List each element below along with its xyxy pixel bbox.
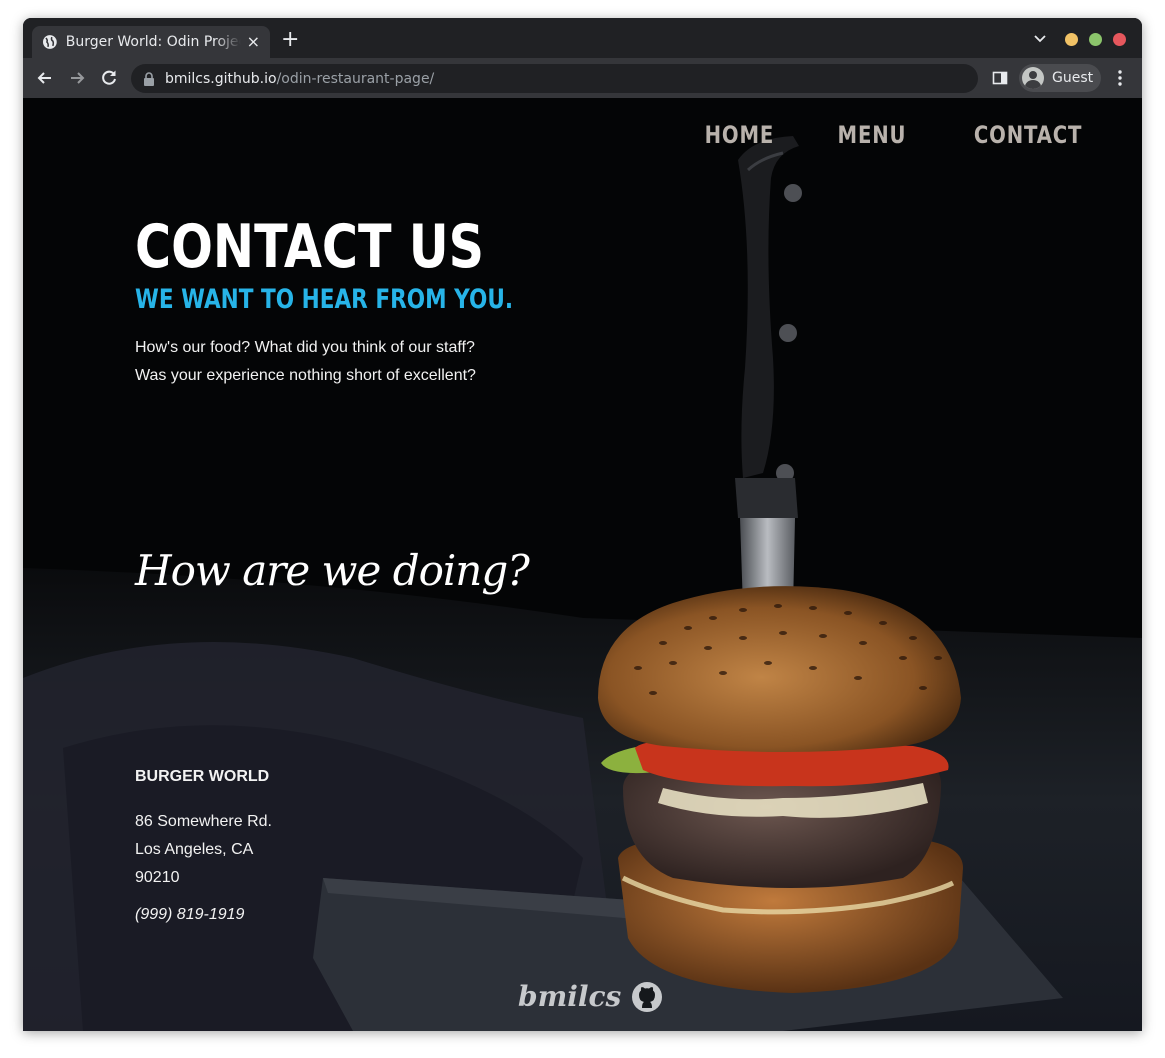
feedback-heading: How are we doing? <box>135 546 530 595</box>
tab-search-icon[interactable] <box>1033 32 1047 46</box>
tab-strip: Burger World: Odin Project × + <box>23 18 1142 58</box>
back-icon[interactable] <box>35 68 55 88</box>
phone-number: (999) 819-1919 <box>135 906 245 923</box>
site-nav: HOME MENU CONTACT <box>697 121 1094 149</box>
page-title: CONTACT US <box>135 212 485 282</box>
address-city: Los Angeles, CA <box>135 841 254 858</box>
page-viewport: HOME MENU CONTACT CONTACT US WE WANT TO … <box>23 98 1142 1031</box>
tab-close-button[interactable]: × <box>247 34 260 50</box>
address-street: 86 Somewhere Rd. <box>135 813 272 830</box>
nav-menu-link[interactable]: MENU <box>838 121 907 149</box>
globe-icon <box>42 35 57 49</box>
maximize-button[interactable] <box>1089 33 1102 46</box>
close-window-button[interactable] <box>1113 33 1126 46</box>
profile-button[interactable]: Guest <box>1019 64 1101 92</box>
browser-toolbar: bmilcs.github.io/odin-restaurant-page/ G… <box>23 58 1142 98</box>
browser-tab[interactable]: Burger World: Odin Project × <box>32 26 270 58</box>
author-signature[interactable]: bmilcs <box>518 980 621 1013</box>
intro-line-1: How's our food? What did you think of ou… <box>135 339 475 356</box>
url-text: bmilcs.github.io/odin-restaurant-page/ <box>165 71 434 87</box>
url-host: bmilcs.github.io <box>165 70 277 87</box>
address-bar[interactable]: bmilcs.github.io/odin-restaurant-page/ <box>131 64 978 93</box>
more-menu-icon[interactable] <box>1114 69 1126 87</box>
lock-icon[interactable] <box>143 71 155 86</box>
side-panel-icon[interactable] <box>992 70 1008 86</box>
github-icon[interactable] <box>631 981 663 1013</box>
intro-text: How's our food? What did you think of ou… <box>135 334 555 390</box>
page-subtitle: WE WANT TO HEAR FROM YOU. <box>135 284 514 315</box>
browser-window: Burger World: Odin Project × + bmilcs.gi… <box>23 18 1142 1031</box>
address-zip: 90210 <box>135 869 180 886</box>
reload-icon[interactable] <box>99 68 119 88</box>
forward-icon[interactable] <box>67 68 87 88</box>
address-block: BURGER WORLD 86 Somewhere Rd. Los Angele… <box>135 768 272 924</box>
business-name: BURGER WORLD <box>135 768 270 785</box>
url-path: /odin-restaurant-page/ <box>276 70 435 87</box>
tab-title: Burger World: Odin Project <box>65 34 241 50</box>
new-tab-button[interactable]: + <box>281 29 299 51</box>
intro-line-2: Was your experience nothing short of exc… <box>135 367 476 384</box>
nav-contact-link[interactable]: CONTACT <box>974 121 1082 149</box>
avatar <box>1022 67 1044 89</box>
footer: bmilcs <box>518 980 663 1013</box>
minimize-button[interactable] <box>1065 33 1078 46</box>
nav-home-link[interactable]: HOME <box>705 121 775 149</box>
profile-name: Guest <box>1052 70 1094 86</box>
